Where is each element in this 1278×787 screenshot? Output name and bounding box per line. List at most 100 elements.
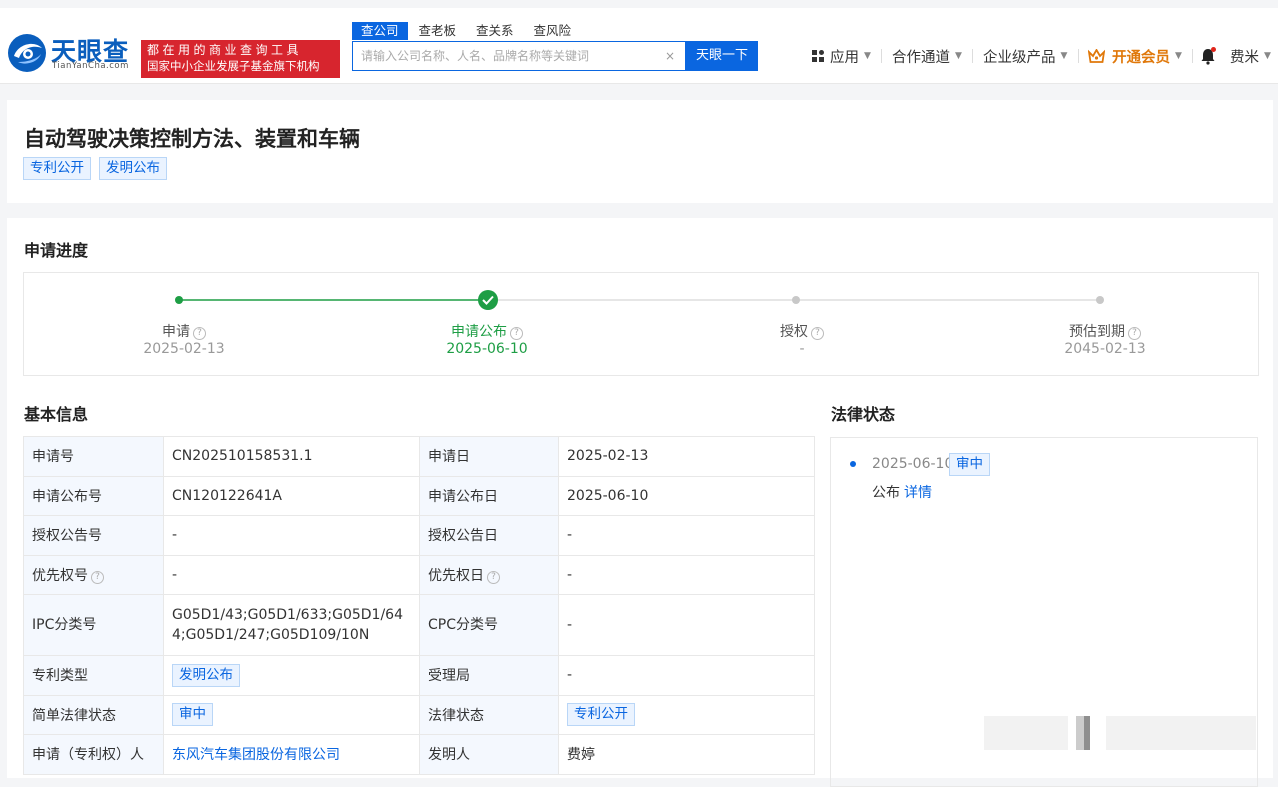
table-row: 申请号 CN202510158531.1 申请日 2025-02-13	[23, 436, 815, 477]
patent-header-card: 自动驾驶决策控制方法、装置和车辆 专利公开 发明公布	[7, 100, 1273, 203]
tab-risk[interactable]: 查风险	[525, 22, 581, 40]
priority-date: -	[558, 554, 815, 595]
tab-relation[interactable]: 查关系	[467, 22, 523, 40]
table-row: IPC分类号 G05D1/43;G05D1/633;G05D1/644;G05D…	[23, 594, 815, 656]
search-button[interactable]: 天眼一下	[686, 41, 758, 71]
cpc-classification: -	[558, 594, 815, 656]
top-strip	[0, 0, 1278, 8]
chevron-down-icon: ▼	[864, 51, 871, 61]
nav-vip-label: 开通会员	[1112, 49, 1170, 66]
application-progress: 申请? 2025-02-13 申请公布? 2025-06-10 授权? - 预估…	[23, 272, 1259, 376]
grid-icon	[812, 49, 824, 62]
slogan-banner: 都在用的商业查询工具 国家中小企业发展子基金旗下机构	[141, 40, 340, 78]
step-publish-label: 申请公布	[451, 324, 507, 340]
step-publish-date: 2025-06-10	[446, 341, 528, 357]
timeline-dot-icon	[850, 461, 856, 467]
nav-divider	[972, 49, 973, 63]
status-badge: 专利公开	[567, 703, 635, 727]
step-grant-label: 授权	[780, 324, 808, 340]
field-label: CPC分类号	[419, 594, 559, 656]
logo-mark-icon	[8, 34, 46, 72]
nav-vip[interactable]: 开通会员 ▼	[1088, 46, 1182, 66]
nav-enterprise[interactable]: 企业级产品 ▼	[983, 46, 1067, 66]
help-icon[interactable]: ?	[510, 327, 523, 340]
table-row: 申请公布号 CN120122641A 申请公布日 2025-06-10	[23, 475, 815, 516]
step-grant-date: -	[799, 341, 805, 357]
step-grant: 授权?	[732, 321, 872, 341]
status-badge: 审中	[172, 703, 213, 727]
table-row: 申请（专利权）人 东风汽车集团股份有限公司 发明人 费婷	[23, 734, 815, 775]
field-label: 法律状态	[419, 694, 559, 735]
user-menu[interactable]: 费米 ▼	[1230, 46, 1271, 66]
nav-partner[interactable]: 合作通道 ▼	[892, 46, 962, 66]
field-label: 发明人	[419, 734, 559, 775]
step-publish: 申请公布?	[417, 321, 557, 341]
details-link[interactable]: 详情	[904, 485, 932, 501]
inventor: 费婷	[558, 734, 815, 775]
table-row: 授权公告号 - 授权公告日 -	[23, 515, 815, 556]
applicant-link[interactable]: 东风汽车集团股份有限公司	[172, 747, 340, 763]
chevron-down-icon: ▼	[955, 51, 962, 61]
clear-icon[interactable]: ×	[665, 49, 675, 63]
help-icon[interactable]: ?	[487, 570, 500, 584]
receiving-office: -	[558, 655, 815, 696]
nav-enterprise-label: 企业级产品	[983, 49, 1056, 66]
nav-apps-label: 应用	[830, 49, 859, 66]
notification-bell[interactable]	[1200, 46, 1216, 66]
field-label: 简单法律状态	[23, 694, 164, 735]
help-icon[interactable]: ?	[91, 570, 104, 584]
search-box: ×	[352, 41, 686, 71]
step-apply-date: 2025-02-13	[143, 341, 225, 357]
status-badge: 审中	[949, 453, 990, 476]
field-label: 申请日	[419, 436, 559, 477]
field-label: 优先权号	[32, 567, 88, 584]
field-label-with-help: 优先权日?	[419, 554, 559, 595]
field-label: 受理局	[419, 655, 559, 696]
field-label: 授权公告日	[419, 515, 559, 556]
help-icon[interactable]: ?	[811, 327, 824, 340]
progress-heading: 申请进度	[24, 241, 89, 260]
chevron-down-icon: ▼	[1175, 51, 1182, 61]
grant-date: -	[558, 515, 815, 556]
nav-partner-label: 合作通道	[892, 49, 950, 66]
nav-apps[interactable]: 应用 ▼	[812, 46, 871, 66]
chevron-down-icon: ▼	[1060, 51, 1068, 61]
publication-date: 2025-06-10	[558, 475, 815, 516]
basic-info-table: 申请号 CN202510158531.1 申请日 2025-02-13 申请公布…	[23, 436, 815, 775]
crown-icon	[1088, 49, 1105, 63]
tab-boss[interactable]: 查老板	[410, 22, 466, 40]
nav-divider	[1192, 49, 1193, 63]
tianyancha-logo[interactable]: 天眼查 TianYanCha.com	[6, 32, 138, 78]
help-icon[interactable]: ?	[193, 327, 206, 340]
legal-event-date: 2025-06-10	[872, 456, 954, 472]
field-label: 申请公布日	[419, 475, 559, 516]
applicant-cell: 东风汽车集团股份有限公司	[163, 734, 420, 775]
field-label: 申请号	[23, 436, 164, 477]
basic-info-heading: 基本信息	[24, 405, 89, 424]
patent-detail-card: 申请进度 申请? 2025-02-13 申请公布? 2025-06-10 授权?…	[7, 218, 1273, 787]
field-label: 申请公布号	[23, 475, 164, 516]
page-title: 自动驾驶决策控制方法、装置和车辆	[24, 127, 360, 151]
field-label: 授权公告号	[23, 515, 164, 556]
priority-number: -	[163, 554, 420, 595]
step-expiry: 预估到期?	[1035, 321, 1175, 341]
ipc-classification: G05D1/43;G05D1/633;G05D1/644;G05D1/247;G…	[163, 594, 420, 656]
field-label-with-help: 优先权号?	[23, 554, 164, 595]
help-icon[interactable]: ?	[1128, 327, 1141, 340]
patent-tags: 专利公开 发明公布	[23, 157, 167, 180]
table-row: 简单法律状态 审中 法律状态 专利公开	[23, 694, 815, 735]
search-input[interactable]	[353, 42, 653, 70]
patent-type-badge: 发明公布	[172, 663, 240, 687]
search-tabs: 查公司 查老板 查关系 查风险	[352, 22, 582, 40]
legal-event-type: 公布	[872, 485, 900, 501]
field-label: IPC分类号	[23, 594, 164, 656]
table-row: 优先权号? - 优先权日? -	[23, 554, 815, 595]
tab-company[interactable]: 查公司	[352, 22, 408, 40]
slogan-line-2: 国家中小企业发展子基金旗下机构	[147, 59, 320, 73]
step-apply: 申请?	[114, 321, 254, 341]
grant-number: -	[163, 515, 420, 556]
legal-event-desc: 公布 详情	[872, 482, 932, 502]
field-label: 申请（专利权）人	[23, 734, 164, 775]
top-header: 天眼查 TianYanCha.com 都在用的商业查询工具 国家中小企业发展子基…	[0, 8, 1278, 84]
field-label: 优先权日	[428, 567, 484, 584]
